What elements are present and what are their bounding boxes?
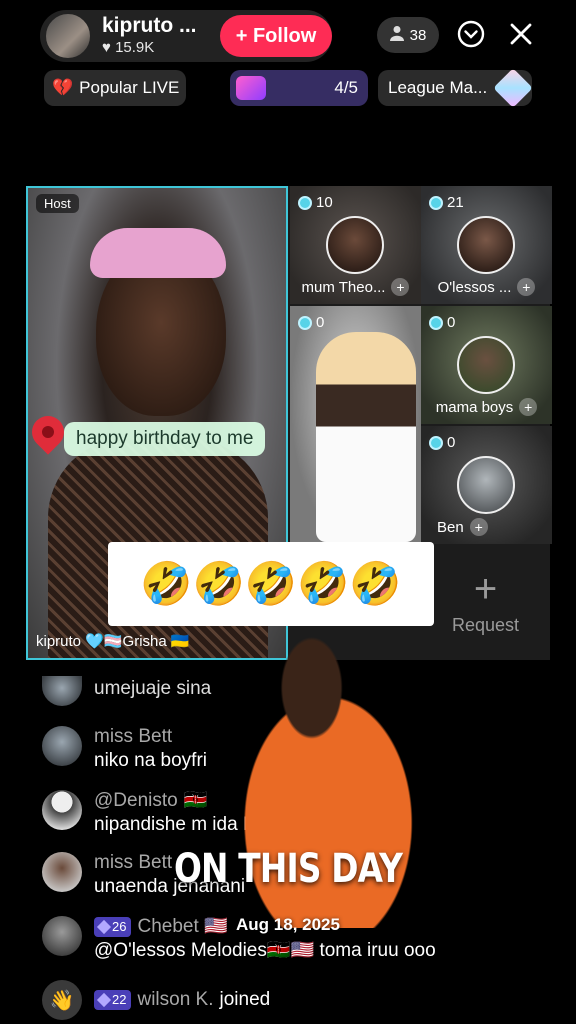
commenter-avatar[interactable] [42, 676, 82, 706]
likes-count: 15.9K [115, 39, 155, 56]
add-icon[interactable]: + [517, 278, 536, 296]
add-icon[interactable]: + [469, 518, 488, 536]
ranking-value: 4/5 [334, 78, 358, 97]
person-icon [389, 25, 404, 45]
coin-icon [429, 435, 443, 450]
joiner-name[interactable]: wilson K. [137, 989, 213, 1011]
ranking-tag[interactable]: 4/5 [230, 70, 368, 106]
commenter-name[interactable]: @Denisto [94, 790, 178, 812]
host-label: Host [36, 194, 79, 213]
viewer-count-pill[interactable]: 38 [377, 17, 439, 53]
guest-slot-1[interactable]: 10 mum Theo... + [290, 186, 421, 304]
viewer-count: 38 [409, 26, 427, 44]
guest-coins: 0 [316, 314, 325, 331]
request-label: Request [451, 614, 520, 635]
broken-heart-icon: 💔 [52, 78, 74, 97]
guest-avatar[interactable] [457, 216, 515, 274]
emoji-sticker: 🤣🤣🤣🤣🤣 [108, 542, 434, 626]
close-icon[interactable] [503, 16, 539, 52]
add-icon[interactable]: + [519, 398, 538, 416]
comment-item[interactable]: umejuaje sina [42, 676, 211, 706]
league-tag[interactable]: League Ma... [378, 68, 534, 108]
join-notice: 👋 22 wilson K. joined [42, 980, 270, 1020]
guest-name: Ben [437, 518, 464, 536]
comment-text: @O'lessos Melodies🇰🇪🇺🇸 toma iruu ooo [94, 940, 436, 961]
level-number: 22 [112, 992, 127, 1007]
guest-slot-5[interactable]: 0 Ben + [421, 426, 552, 544]
chevron-down-icon[interactable] [453, 16, 489, 52]
comment-text: niko na boyfri [94, 750, 208, 771]
plus-icon: + [473, 566, 498, 611]
popular-live-label: Popular LIVE [79, 78, 180, 97]
guest-slot-2[interactable]: 21 O'lessos ... + [421, 186, 552, 304]
guest-coins: 10 [316, 194, 333, 211]
coin-icon [298, 195, 312, 210]
host-caption: kipruto 🩵🏳️‍⚧️Grisha 🇺🇦 [36, 633, 190, 650]
guest-coins: 0 [447, 434, 456, 451]
popular-live-tag[interactable]: 💔 Popular LIVE [44, 70, 186, 106]
commenter-name[interactable]: miss Bett [94, 726, 207, 748]
follow-button[interactable]: + Follow [220, 15, 332, 57]
on-this-day-title: ON THIS DAY [173, 846, 403, 892]
heart-badge-icon [236, 76, 266, 100]
guest-figure [316, 332, 416, 542]
location-pin-icon [28, 416, 68, 462]
comment-text: umejuaje sina [94, 678, 212, 699]
commenter-avatar[interactable] [42, 790, 82, 830]
coin-icon [429, 195, 443, 210]
guest-avatar[interactable] [326, 216, 384, 274]
guest-avatar[interactable] [457, 456, 515, 514]
host-likes: ♥ 15.9K [102, 38, 197, 58]
guest-avatar[interactable] [457, 336, 515, 394]
host-name: kipruto ... [102, 14, 197, 37]
birthday-text: happy birthday to me [64, 422, 266, 456]
guest-name: mama boys [435, 398, 514, 416]
host-avatar[interactable] [44, 12, 92, 60]
host-cap [90, 228, 226, 278]
league-label: League Ma... [388, 78, 488, 97]
commenter-avatar[interactable] [42, 726, 82, 766]
join-text: joined [219, 989, 271, 1010]
guest-slot-4[interactable]: 0 mama boys + [421, 306, 552, 424]
add-icon[interactable]: + [391, 278, 410, 296]
flag-icon: 🇰🇪 [183, 790, 208, 811]
level-badge: 22 [94, 990, 132, 1010]
guest-coins: 21 [447, 194, 464, 211]
diamond-icon [493, 68, 534, 108]
guest-name: O'lessos ... [437, 278, 512, 296]
coin-icon [298, 315, 312, 330]
heart-icon: ♥ [102, 39, 111, 56]
birthday-message: happy birthday to me [28, 414, 266, 464]
wave-hand-icon: 👋 [42, 980, 82, 1020]
guest-slot-3[interactable]: 0 [290, 306, 421, 542]
guest-name: mum Theo... [301, 278, 386, 296]
coin-icon [429, 315, 443, 330]
diamond-icon [96, 992, 112, 1008]
guest-coins: 0 [447, 314, 456, 331]
on-this-day-date: Aug 18, 2025 [236, 915, 340, 934]
comment-item[interactable]: miss Bett niko na boyfri [42, 726, 207, 774]
